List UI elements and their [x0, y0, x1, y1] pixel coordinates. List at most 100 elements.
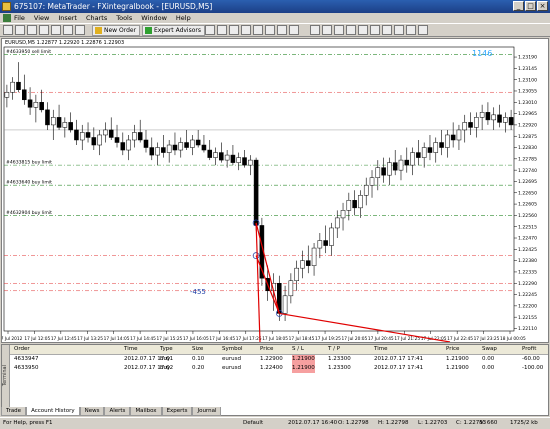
candle-body: [282, 295, 288, 314]
y-tick-label: 1.22380: [518, 258, 537, 264]
table-row[interactable]: 4633950 2012.07.17 17:02 buy 0.20 eurusd 1.22…: [2, 364, 548, 373]
tab-account-history[interactable]: Account History: [26, 407, 80, 416]
candle-body: [421, 147, 427, 158]
candle-body: [137, 132, 143, 141]
table-cell: 4633947: [14, 356, 39, 362]
candle-body: [323, 240, 328, 246]
menu-insert[interactable]: Insert: [58, 14, 77, 22]
candle-body: [508, 117, 514, 126]
menu-view[interactable]: View: [34, 14, 49, 22]
y-tick-label: 1.22335: [518, 270, 537, 276]
vertical-line-icon[interactable]: [334, 25, 344, 35]
terminal-icon[interactable]: [63, 25, 73, 35]
column-header[interactable]: Swap: [482, 345, 497, 354]
column-header[interactable]: Size: [192, 345, 203, 354]
status-high: H: 1.22798: [378, 420, 409, 426]
y-tick-label: 1.22470: [518, 236, 537, 242]
terminal-side-handle[interactable]: Terminal: [2, 345, 10, 407]
menu-file[interactable]: File: [14, 14, 25, 22]
chart-shift-icon[interactable]: [241, 25, 251, 35]
status-low: L: 1.22703: [418, 420, 448, 426]
column-header[interactable]: Price: [260, 345, 273, 354]
column-header[interactable]: Order: [14, 345, 30, 354]
chart-window-icon: [3, 14, 11, 22]
data-window-icon[interactable]: [39, 25, 49, 35]
periods-icon[interactable]: [277, 25, 287, 35]
candle-body: [120, 142, 126, 151]
candle-body: [74, 129, 79, 141]
auto-scroll-icon[interactable]: [253, 25, 263, 35]
pending-order-label: #4633815 buy limit: [6, 160, 52, 166]
menu-tools[interactable]: Tools: [116, 14, 132, 22]
strategy-tester-icon[interactable]: [75, 25, 85, 35]
tab-alerts[interactable]: Alerts: [104, 407, 131, 416]
horizontal-line-icon[interactable]: [346, 25, 356, 35]
zoom-out-icon[interactable]: [217, 25, 227, 35]
column-header[interactable]: Time: [124, 345, 137, 354]
tab-experts[interactable]: Experts: [161, 407, 193, 416]
candle-body: [305, 260, 311, 266]
profiles-icon[interactable]: [15, 25, 25, 35]
candle-body: [346, 200, 352, 211]
status-datetime: 2012.07.17 16:40: [288, 420, 338, 426]
column-header[interactable]: T / P: [328, 345, 340, 354]
close-button[interactable]: ×: [537, 1, 548, 11]
column-header[interactable]: Profit: [522, 345, 536, 354]
indicators-icon[interactable]: [265, 25, 275, 35]
candle-body: [468, 122, 473, 128]
arrows-icon[interactable]: [418, 25, 428, 35]
candle-body: [10, 81, 15, 93]
menu-charts[interactable]: Charts: [86, 14, 107, 22]
text-tool-icon[interactable]: [394, 25, 404, 35]
title-bar: 675107: MetaTrader - FXintegralbook - [E…: [0, 0, 550, 13]
x-tick-label: 17 Jul 18:45: [289, 336, 315, 342]
label-tool-icon[interactable]: [406, 25, 416, 35]
chart-window[interactable]: 1.23190 1.23145 1.23100 1.23055 1.23010 1.229…: [1, 38, 549, 343]
column-header[interactable]: Time: [374, 345, 387, 354]
tile-windows-icon[interactable]: [229, 25, 239, 35]
x-tick-label: 17 Jul 18:05: [262, 336, 288, 342]
templates-icon[interactable]: [289, 25, 299, 35]
table-cell: 1.23300: [328, 356, 351, 362]
new-chart-icon[interactable]: [3, 25, 13, 35]
table-cell: buy: [160, 365, 171, 371]
tab-trade[interactable]: Trade: [1, 407, 27, 416]
zoom-in-icon[interactable]: [205, 25, 215, 35]
table-row[interactable]: 4633947 2012.07.17 17:01 buy 0.10 eurusd 1.22…: [2, 355, 548, 364]
status-profile: Default: [243, 420, 264, 426]
channel-icon[interactable]: [370, 25, 380, 35]
x-tick-label: 17 Jul 12:05: [24, 336, 50, 342]
minimize-button[interactable]: _: [513, 1, 524, 11]
fibonacci-icon[interactable]: [382, 25, 392, 35]
table-cell: 1.21900: [446, 365, 469, 371]
navigator-icon[interactable]: [51, 25, 61, 35]
column-header[interactable]: Type: [160, 345, 173, 354]
column-header[interactable]: S / L: [292, 345, 304, 354]
table-cell: -60.00: [522, 356, 540, 362]
menu-help[interactable]: Help: [176, 14, 191, 22]
expert-advisors-button[interactable]: Expert Advisors: [142, 25, 205, 36]
candle-body: [213, 152, 218, 158]
candle-body: [491, 114, 496, 121]
table-cell: 0.10: [192, 356, 205, 362]
new-order-icon: [95, 27, 102, 34]
cursor-icon[interactable]: [310, 25, 320, 35]
menu-window[interactable]: Window: [141, 14, 167, 22]
pending-order-label: #4633640 buy limit: [6, 180, 52, 186]
candle-body: [294, 267, 299, 281]
y-tick-label: 1.22785: [518, 156, 537, 162]
column-header[interactable]: Symbol: [222, 345, 243, 354]
maximize-button[interactable]: □: [525, 1, 536, 11]
crosshair-icon[interactable]: [322, 25, 332, 35]
y-tick-label: 1.22830: [518, 145, 537, 151]
market-watch-icon[interactable]: [27, 25, 37, 35]
candlestick-chart[interactable]: 1.23190 1.23145 1.23100 1.23055 1.23010 1.229…: [2, 39, 548, 342]
column-header[interactable]: Price: [446, 345, 459, 354]
tab-journal[interactable]: Journal: [192, 407, 222, 416]
new-order-button[interactable]: New Order: [92, 25, 141, 36]
tab-news[interactable]: News: [79, 407, 105, 416]
table-cell: eurusd: [222, 365, 241, 371]
trendline-icon[interactable]: [358, 25, 368, 35]
tab-mailbox[interactable]: Mailbox: [130, 407, 162, 416]
table-cell: 2012.07.17 17:41: [374, 356, 424, 362]
